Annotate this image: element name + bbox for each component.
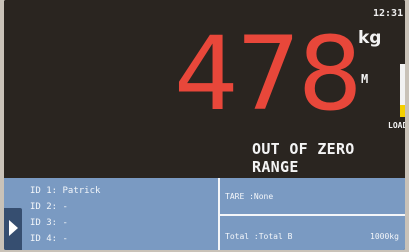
total-field[interactable]: Total :Total B bbox=[225, 232, 292, 241]
load-bar bbox=[400, 64, 405, 117]
total-value: 1000kg bbox=[370, 232, 399, 241]
load-label: LOAD bbox=[388, 121, 405, 130]
id-list: ID 1: Patrick ID 2: - ID 3: - ID 4: - bbox=[30, 183, 100, 247]
panel-divider-horizontal bbox=[218, 214, 405, 216]
expand-panel-button[interactable] bbox=[4, 208, 22, 250]
scale-display-screen: 12:31 478 kg M LOAD OUT OF ZERO RANGE ID… bbox=[4, 0, 405, 250]
id-item[interactable]: ID 3: - bbox=[30, 215, 100, 231]
id-item[interactable]: ID 1: Patrick bbox=[30, 183, 100, 199]
load-bar-fill bbox=[400, 105, 405, 117]
weight-value: 478 bbox=[174, 15, 363, 134]
tare-field[interactable]: TARE :None bbox=[225, 192, 273, 201]
clock: 12:31 bbox=[373, 8, 404, 19]
triangle-right-icon bbox=[9, 220, 18, 236]
id-item[interactable]: ID 4: - bbox=[30, 231, 100, 247]
weight-panel: 12:31 478 kg M LOAD OUT OF ZERO RANGE bbox=[4, 0, 405, 178]
status-message: OUT OF ZERO RANGE bbox=[252, 140, 355, 176]
weighing-mode: M bbox=[361, 72, 369, 86]
id-item[interactable]: ID 2: - bbox=[30, 199, 100, 215]
weight-unit: kg bbox=[358, 28, 382, 48]
